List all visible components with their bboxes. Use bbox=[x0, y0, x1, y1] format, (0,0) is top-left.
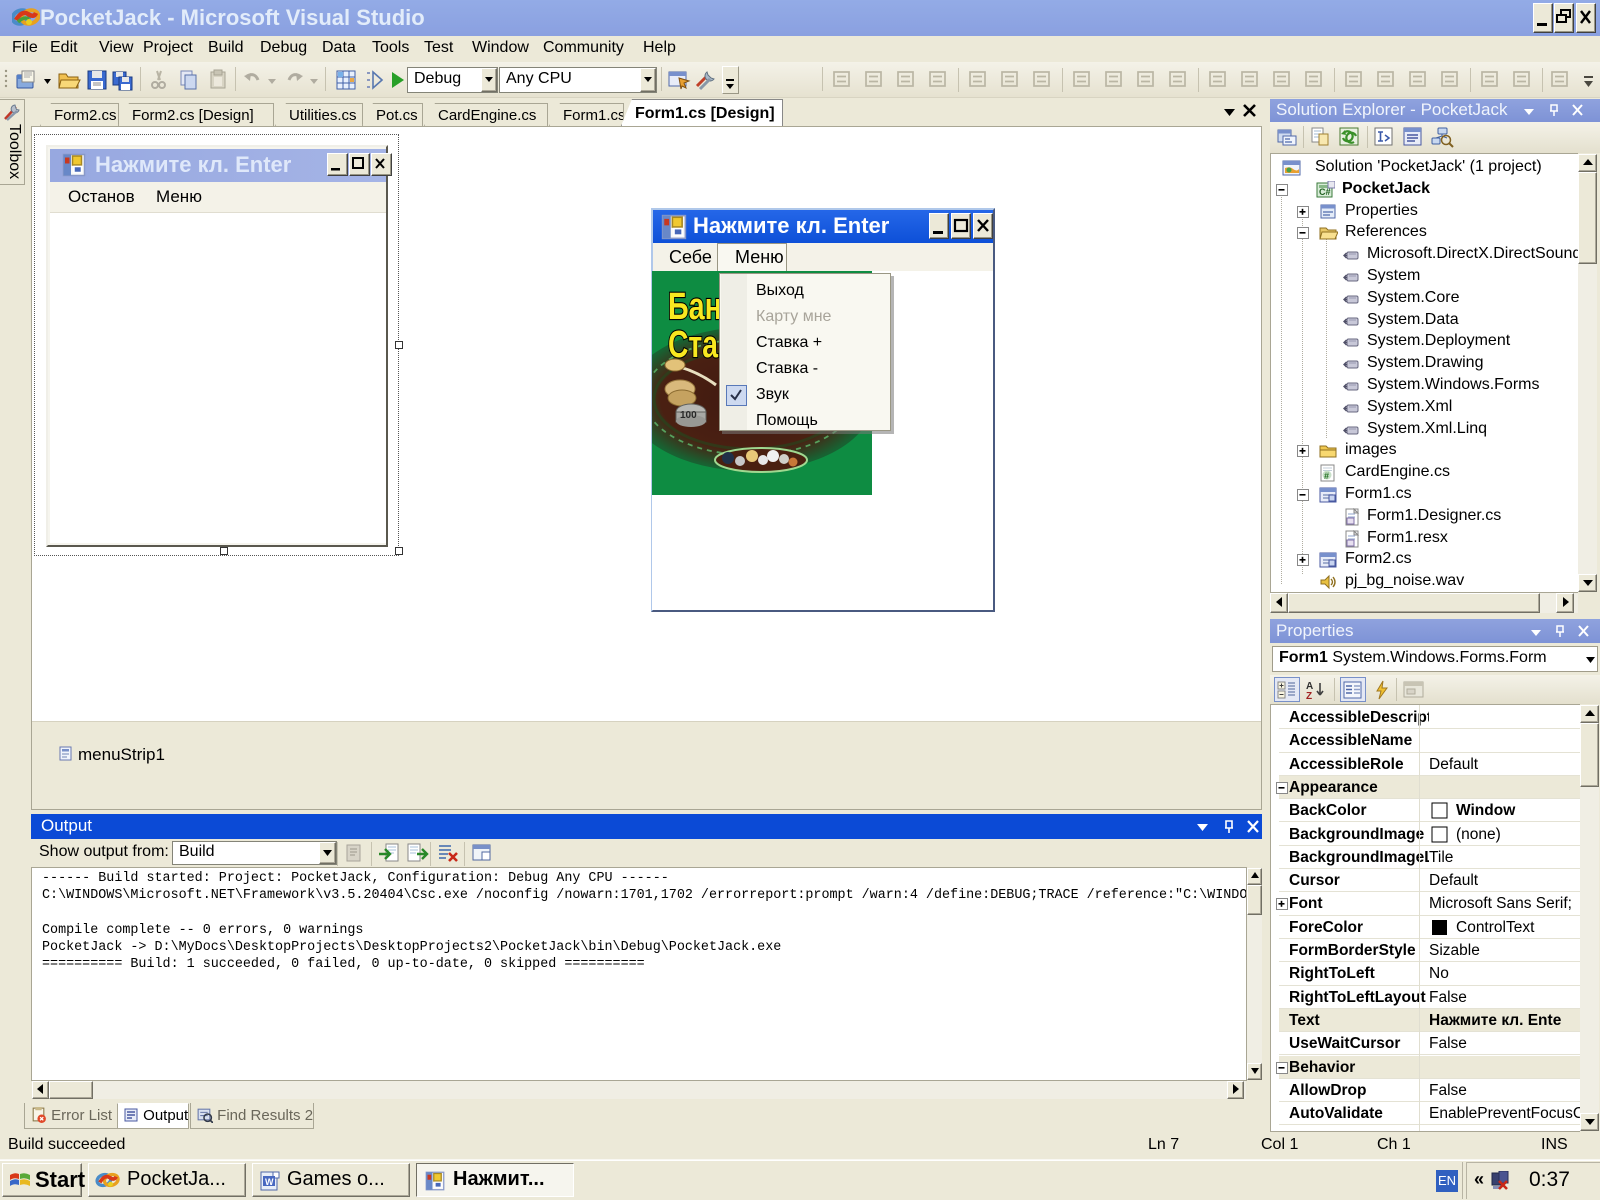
svg-text:W: W bbox=[265, 1177, 274, 1187]
svg-text:Z: Z bbox=[1306, 691, 1312, 700]
svg-text:Бан: Бан bbox=[668, 286, 722, 328]
svg-text:Ста: Ста bbox=[668, 324, 719, 366]
svg-text:100: 100 bbox=[680, 410, 697, 421]
